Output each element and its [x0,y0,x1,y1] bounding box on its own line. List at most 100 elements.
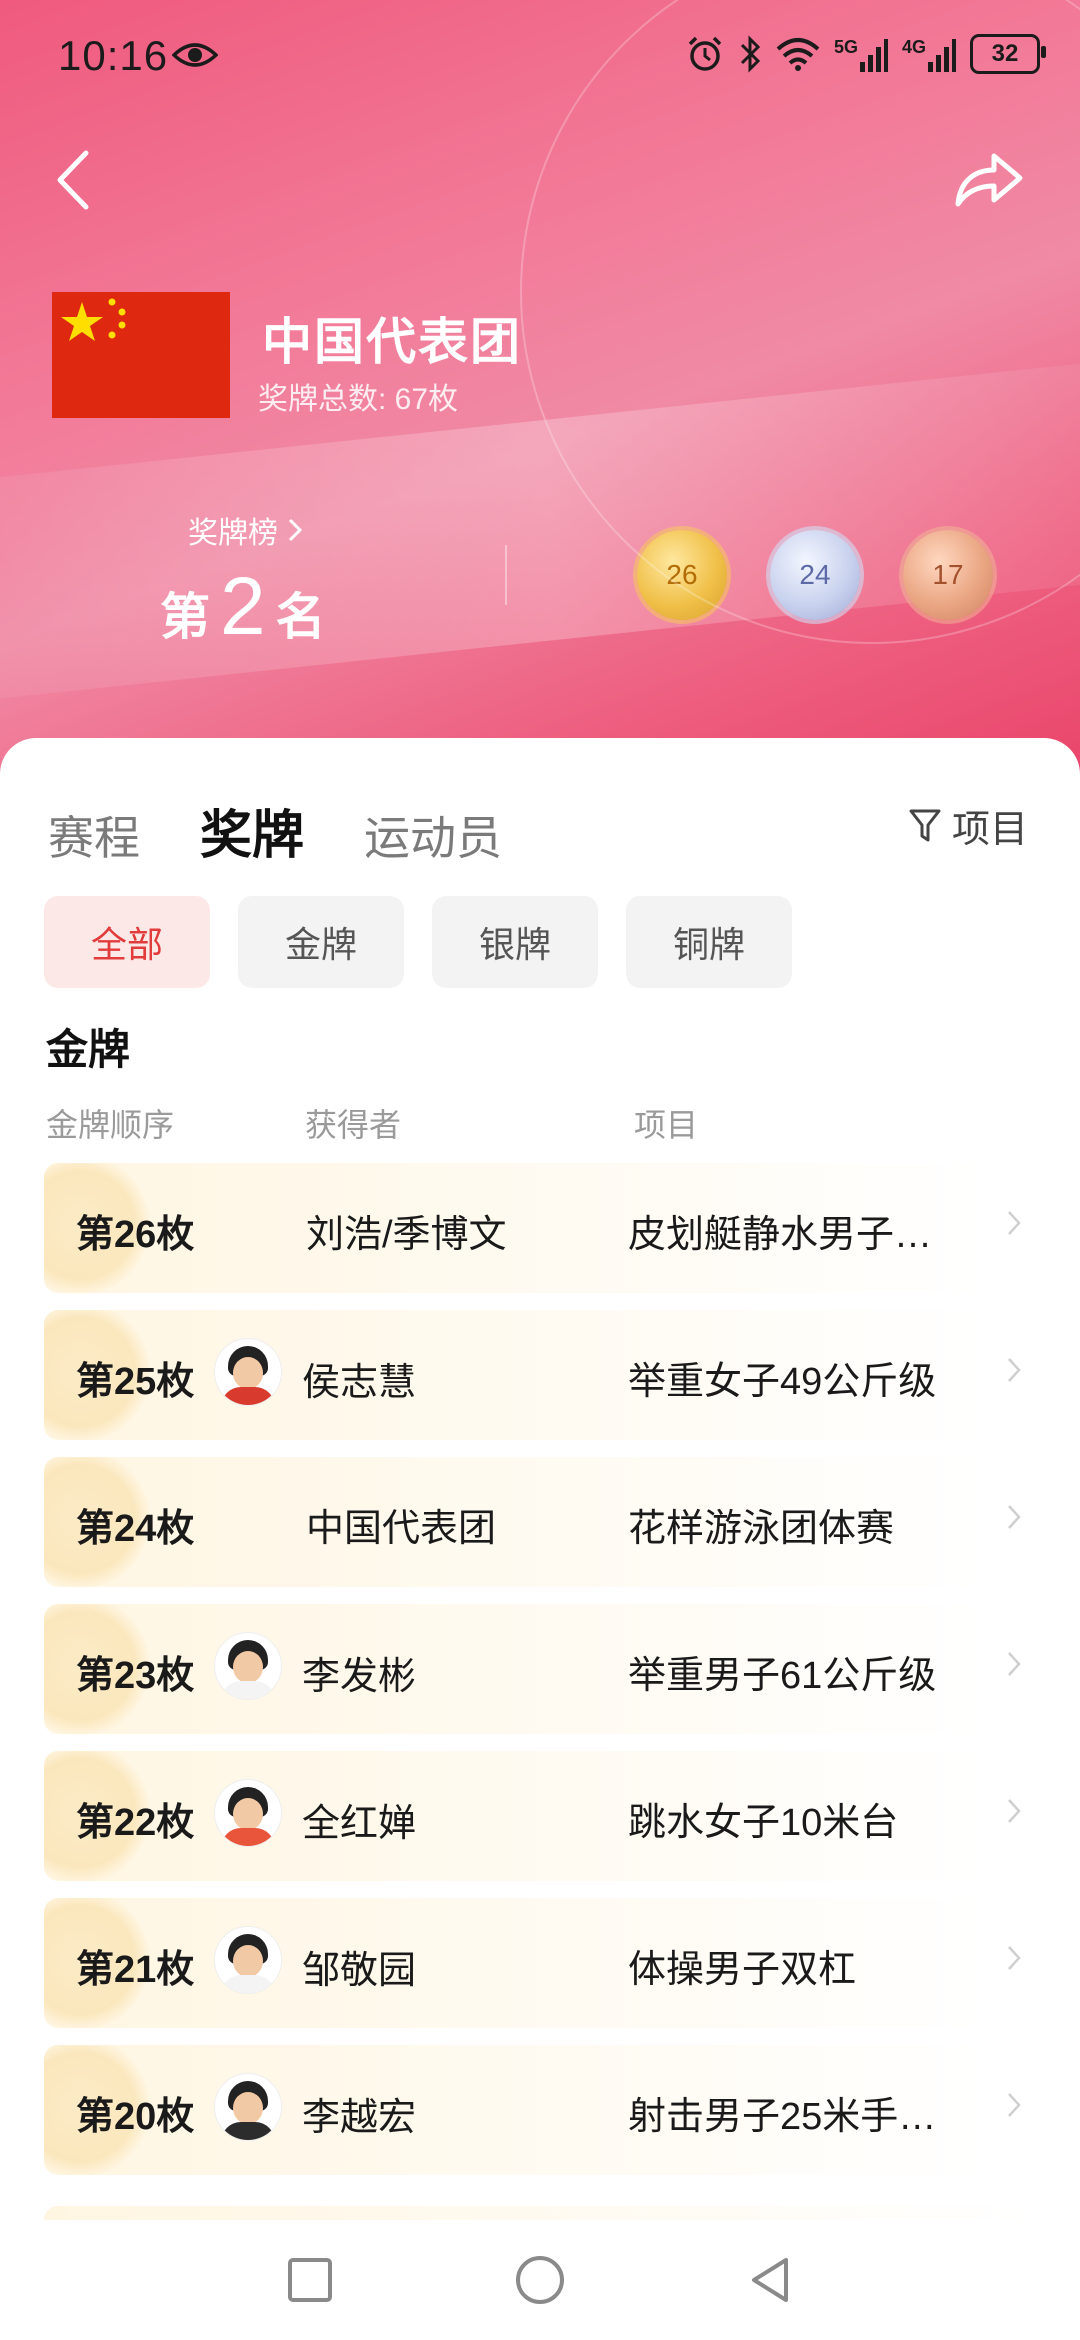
medal-table-link[interactable]: 奖牌榜 [188,508,304,552]
bluetooth-icon [740,35,761,73]
medal-row[interactable]: 第21枚 邹敬园 体操男子双杠 [44,1898,1036,2028]
medal-rank: 第 2 名 [160,560,326,654]
chevron-right-icon [288,518,303,542]
medal-order: 第25枚 [76,1361,195,1403]
winner-name: 李越宏 [302,2096,417,2139]
total-medal-count: 奖牌总数: 67枚 [258,383,459,416]
circle-icon[interactable] [514,2254,566,2306]
system-nav-bar [0,2220,1080,2340]
bronze-medal-count: 17 [903,530,993,620]
chip-bronze[interactable]: 铜牌 [626,896,792,988]
event-name: 射击男子25米手… [628,2096,937,2138]
tab-schedule[interactable]: 赛程 [48,802,140,868]
chevron-right-icon [1008,1505,1021,1529]
medal-order: 第21枚 [76,1949,195,1991]
tab-athletes[interactable]: 运动员 [364,802,502,868]
winner: 侯志慧 [214,1338,417,1406]
rank-suffix: 名 [275,589,326,645]
athlete-avatar [214,1632,282,1700]
column-header-order: 金牌顺序 [46,1107,175,1143]
medal-order: 第24枚 [76,1508,195,1550]
medal-row[interactable]: 第26枚 刘浩/季博文 皮划艇静水男子… [44,1163,1036,1293]
gold-medal-count: 26 [637,530,727,620]
net-5g-label: 5G [833,36,858,57]
team-name: 中国代表团 [262,314,522,370]
section-title: 金牌 [46,1026,131,1073]
event-name: 举重女子49公斤级 [628,1361,937,1403]
medal-row[interactable]: 第23枚 李发彬 举重男子61公斤级 [44,1604,1036,1734]
bronze-count: 17 [932,559,964,590]
winner-name: 刘浩/季博文 [306,1214,507,1256]
share-button[interactable] [948,140,1028,220]
medal-row[interactable]: 第22枚 全红婵 跳水女子10米台 [44,1751,1036,1881]
signal-bars-icon [928,38,956,72]
event-filter-button[interactable]: 项目 [908,798,1028,853]
filter-label: 项目 [951,809,1028,851]
winner-name: 全红婵 [302,1802,417,1845]
chevron-right-icon [1008,1799,1021,1823]
athlete-avatar [214,1338,282,1406]
gold-medal-list: 第26枚 刘浩/季博文 皮划艇静水男子… 第25枚 侯志慧 举重女子49公斤级 … [44,1163,1036,2192]
china-flag-icon [52,292,230,418]
event-name: 花样游泳团体赛 [628,1508,895,1550]
chip-gold[interactable]: 金牌 [238,896,404,988]
eye-icon [172,43,218,67]
medal-type-chips: 全部 金牌 银牌 铜牌 [44,896,792,988]
winner-name: 李发彬 [302,1655,417,1698]
athlete-avatar [214,2073,282,2141]
battery-icon: 32 [970,34,1046,74]
athlete-avatar [214,1926,282,1994]
medal-row[interactable]: 第20枚 李越宏 射击男子25米手… [44,2045,1036,2175]
medal-order: 第20枚 [76,2096,195,2138]
chevron-right-icon [1008,1358,1021,1382]
winner: 李发彬 [214,1632,417,1700]
athlete-avatar [214,1779,282,1847]
back-button[interactable] [46,145,106,215]
medal-row[interactable]: 第24枚 中国代表团 花样游泳团体赛 [44,1457,1036,1587]
status-bar: 10:16 5G 4G 32 [0,26,1080,86]
content-card: 赛程 奖牌 运动员 项目 全部 金牌 银牌 铜牌 金牌 金牌顺序 获得者 项目 … [0,738,1080,2218]
winner: 刘浩/季博文 [306,1203,507,1258]
square-icon[interactable] [286,2256,334,2304]
medal-order: 第23枚 [76,1655,195,1697]
medal-order: 第22枚 [76,1802,195,1844]
winner: 李越宏 [214,2073,417,2141]
triangle-back-icon[interactable] [746,2254,794,2306]
status-icons: 5G 4G 32 [686,34,1046,74]
net-4g-label: 4G [901,36,926,57]
team-header: 10:16 5G 4G 32 中国代表团 奖牌总数: 67枚 奖牌榜 第 2 名… [0,0,1080,780]
silver-medal-count: 24 [770,530,860,620]
silver-count: 24 [799,559,831,590]
alarm-icon [688,36,722,71]
chevron-right-icon [1008,1652,1021,1676]
column-header-winner: 获得者 [305,1107,402,1143]
medal-order: 第26枚 [76,1214,195,1256]
winner-name: 侯志慧 [302,1361,417,1404]
wifi-icon [776,38,820,71]
chip-all[interactable]: 全部 [44,896,210,988]
divider [505,545,507,605]
winner-name: 中国代表团 [306,1508,497,1550]
medal-row[interactable]: 第25枚 侯志慧 举重女子49公斤级 [44,1310,1036,1440]
winner: 中国代表团 [306,1497,496,1552]
event-name: 举重男子61公斤级 [628,1655,937,1697]
signal-5g: 5G [834,37,888,72]
gold-count: 26 [666,559,698,590]
medal-table-label: 奖牌榜 [188,517,278,550]
signal-bars-icon [859,38,888,72]
status-time: 10:16 [58,32,169,79]
chevron-right-icon [1008,1211,1021,1235]
chevron-right-icon [1008,2093,1021,2117]
tab-bar: 赛程 奖牌 运动员 [48,793,502,868]
event-name: 跳水女子10米台 [628,1802,899,1844]
chip-silver[interactable]: 银牌 [432,896,598,988]
winner: 邹敬园 [214,1926,416,1994]
rank-prefix: 第 [160,589,210,645]
funnel-icon [909,809,941,841]
rank-number: 2 [220,561,266,652]
event-name: 皮划艇静水男子… [628,1214,933,1256]
tab-medals[interactable]: 奖牌 [200,793,304,868]
column-header-event: 项目 [634,1107,699,1143]
battery-level: 32 [991,40,1019,67]
event-name: 体操男子双杠 [628,1949,857,1991]
